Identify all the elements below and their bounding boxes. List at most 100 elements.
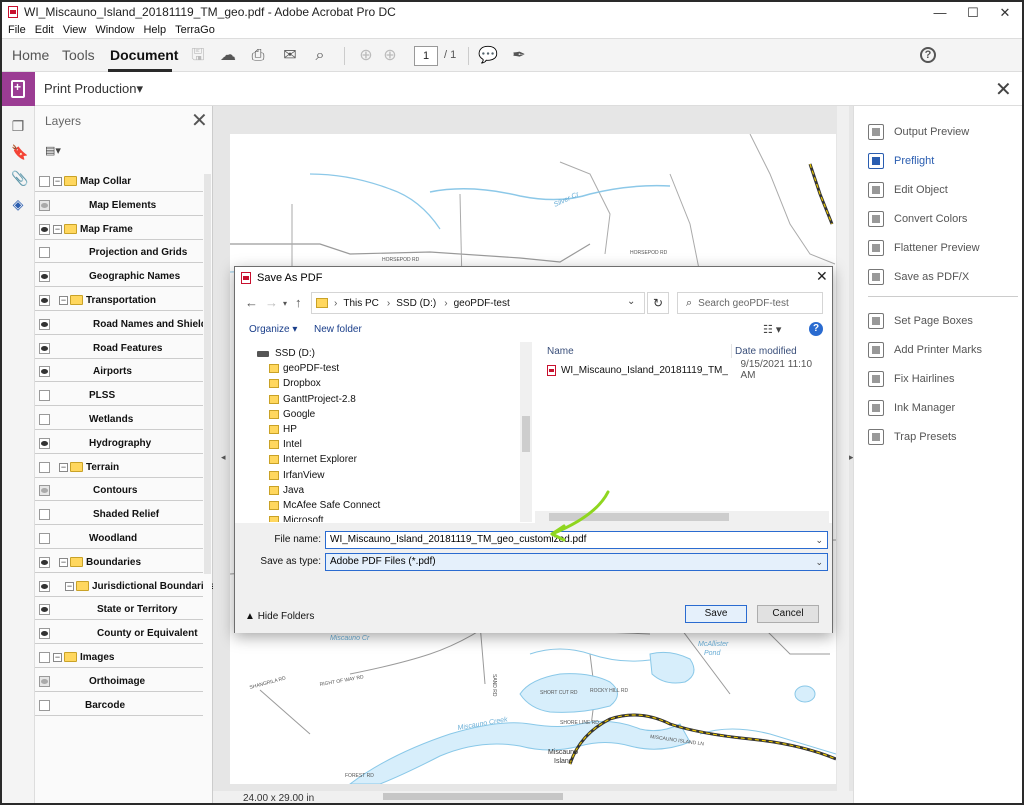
menu-terrago[interactable]: TerraGo — [175, 24, 215, 36]
layer-visibility-toggle[interactable] — [39, 580, 50, 592]
layer-visibility-toggle[interactable] — [39, 366, 50, 378]
close-tool-icon[interactable]: ✕ — [995, 77, 1012, 102]
tree-item-folder[interactable]: GanttProject-2.8 — [269, 392, 356, 407]
layer-visibility-toggle[interactable] — [39, 533, 50, 544]
menu-file[interactable]: File — [8, 24, 26, 36]
tab-document[interactable]: Document — [110, 47, 178, 63]
tool-set-page-boxes[interactable]: Set Page Boxes — [868, 311, 973, 331]
tool-add-printer-marks[interactable]: Add Printer Marks — [868, 340, 982, 360]
layer-row[interactable]: Contours — [35, 481, 203, 502]
tool-flattener-preview[interactable]: Flattener Preview — [868, 238, 980, 258]
save-as-type-select[interactable]: Adobe PDF Files (*.pdf) ⌄ — [325, 553, 828, 571]
layer-visibility-toggle[interactable] — [39, 652, 50, 663]
layer-row[interactable]: Woodland — [35, 529, 203, 549]
chevron-down-icon[interactable]: ⌄ — [815, 554, 823, 570]
print-icon[interactable]: ⎙ — [248, 46, 268, 66]
search-icon[interactable]: ⌕ — [310, 46, 330, 66]
tool-output-preview[interactable]: Output Preview — [868, 122, 969, 142]
column-header-date-modified[interactable]: Date modified — [735, 346, 797, 357]
close-dialog-button[interactable]: ✕ — [816, 268, 828, 285]
breadcrumb-geopdf-test[interactable]: geoPDF-test — [454, 298, 510, 309]
comment-icon[interactable]: 💬 — [478, 46, 498, 66]
layer-visibility-toggle[interactable] — [39, 271, 50, 283]
file-row[interactable]: WI_Miscauno_Island_20181119_TM_geo.p... … — [547, 359, 829, 381]
next-page-icon[interactable]: ⊕ — [380, 46, 400, 66]
layer-row[interactable]: State or Territory — [35, 600, 203, 621]
document-vertical-scrollbar[interactable] — [837, 106, 849, 791]
layers-scrollbar[interactable] — [203, 168, 212, 788]
search-input[interactable]: ⌕ Search geoPDF-test — [677, 292, 823, 314]
mail-icon[interactable]: ✉ — [280, 46, 300, 66]
print-production-tool-button[interactable] — [2, 72, 35, 106]
layer-row[interactable]: − Terrain — [35, 458, 203, 478]
tree-item-drive[interactable]: SSD (D:) — [257, 346, 315, 361]
layer-visibility-toggle[interactable] — [39, 414, 50, 425]
menu-edit[interactable]: Edit — [35, 24, 54, 36]
layer-visibility-toggle[interactable] — [39, 390, 50, 402]
layer-visibility-toggle[interactable] — [39, 318, 50, 330]
organize-button[interactable]: Organize ▾ — [249, 324, 297, 335]
upload-icon[interactable]: ☁ — [218, 46, 238, 66]
layer-visibility-toggle[interactable] — [39, 342, 50, 354]
sign-icon[interactable]: ✒ — [509, 46, 529, 66]
layer-visibility-toggle[interactable] — [39, 295, 50, 306]
collapse-icon[interactable]: − — [53, 653, 62, 662]
tree-item-folder[interactable]: geoPDF-test — [269, 361, 339, 376]
tree-item-folder[interactable]: Intel — [269, 437, 302, 452]
new-folder-button[interactable]: New folder — [314, 324, 362, 335]
hide-folders-button[interactable]: ▲ Hide Folders — [245, 611, 314, 622]
layer-row[interactable]: PLSS — [35, 386, 203, 407]
tab-home[interactable]: Home — [12, 47, 49, 63]
layer-row[interactable]: Hydrography — [35, 434, 203, 454]
address-dropdown-icon[interactable]: ⌄ — [627, 296, 635, 307]
back-arrow-icon[interactable]: ← — [245, 295, 258, 310]
layer-visibility-toggle[interactable] — [39, 461, 50, 473]
layer-visibility-toggle[interactable] — [39, 247, 50, 259]
attachments-icon[interactable]: 📎 — [11, 170, 28, 186]
column-header-name[interactable]: Name — [547, 346, 574, 357]
page-number-input[interactable]: 1 — [414, 46, 438, 66]
menu-view[interactable]: View — [63, 24, 87, 36]
tree-item-folder[interactable]: McAfee Safe Connect — [269, 498, 380, 513]
breadcrumb-this-pc[interactable]: This PC — [343, 298, 379, 309]
layers-icon[interactable]: ◈ — [11, 196, 25, 212]
up-arrow-icon[interactable]: ↑ — [295, 295, 302, 310]
layer-row[interactable]: − Jurisdictional Boundaries — [35, 577, 215, 597]
cancel-button[interactable]: Cancel — [757, 605, 819, 623]
tree-item-folder[interactable]: IrfanView — [269, 468, 325, 483]
layer-row[interactable]: − Map Frame — [35, 220, 203, 240]
layer-row[interactable]: − Boundaries — [35, 553, 203, 573]
layer-row[interactable]: Barcode — [35, 696, 203, 716]
breadcrumb-ssd[interactable]: SSD (D:) — [396, 298, 436, 309]
tool-save-as-pdf-x[interactable]: Save as PDF/X — [868, 267, 969, 287]
close-window-button[interactable]: ✕ — [990, 4, 1020, 22]
layer-visibility-toggle[interactable] — [39, 628, 50, 640]
layer-row[interactable]: Airports — [35, 362, 203, 383]
help-icon[interactable]: ? — [920, 47, 936, 63]
layer-visibility-toggle[interactable] — [39, 509, 50, 521]
refresh-icon[interactable]: ↻ — [647, 292, 669, 314]
help-icon[interactable]: ? — [809, 322, 823, 336]
layer-row[interactable]: County or Equivalent — [35, 624, 203, 645]
tool-convert-colors[interactable]: Convert Colors — [868, 209, 967, 229]
save-icon[interactable]: 🖫 — [188, 46, 208, 66]
layer-row[interactable]: Road Features — [35, 339, 203, 359]
collapse-icon[interactable]: − — [59, 557, 68, 567]
layer-visibility-toggle[interactable] — [39, 437, 50, 449]
tree-item-folder[interactable]: Microsoft — [269, 513, 324, 522]
layer-row[interactable]: Shaded Relief — [35, 505, 203, 526]
maximize-button[interactable]: ☐ — [958, 4, 988, 22]
collapse-icon[interactable]: − — [53, 177, 62, 186]
minimize-button[interactable]: — — [925, 4, 955, 22]
layer-row[interactable]: − Images — [35, 648, 203, 668]
layer-row[interactable]: Road Names and Shields — [35, 315, 212, 335]
tool-trap-presets[interactable]: Trap Presets — [868, 427, 957, 447]
tree-item-folder[interactable]: Dropbox — [269, 376, 321, 391]
layer-visibility-toggle[interactable] — [39, 699, 50, 711]
layer-row[interactable]: Wetlands — [35, 410, 203, 430]
collapse-icon[interactable]: − — [53, 224, 62, 234]
tool-fix-hairlines[interactable]: Fix Hairlines — [868, 369, 955, 389]
tree-item-folder[interactable]: Internet Explorer — [269, 452, 357, 467]
forward-arrow-icon[interactable]: → — [265, 295, 278, 310]
view-options-icon[interactable]: ☷ ▾ — [763, 323, 781, 336]
